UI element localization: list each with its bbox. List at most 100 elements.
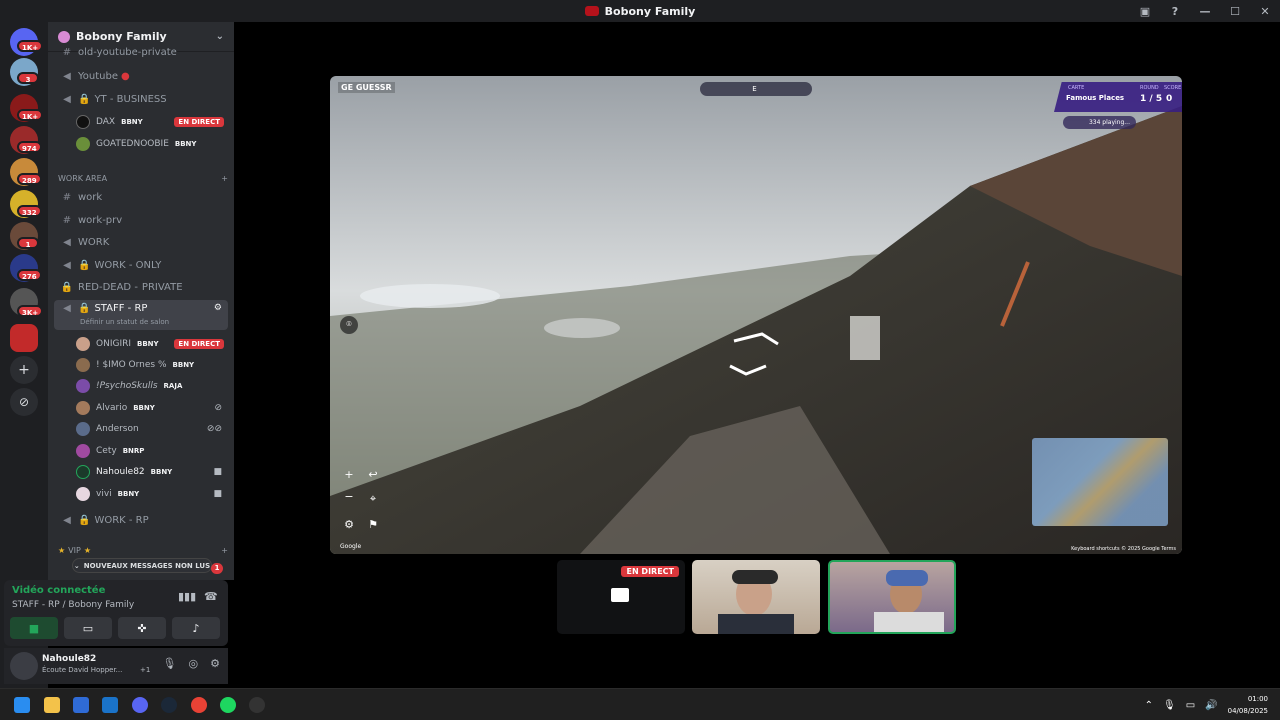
channel-staff-rp[interactable]: ◀ 🔒 STAFF - RP ⚙ Définir un statut de salon (54, 300, 228, 330)
voice-user[interactable]: DAX BBNY EN DIRECT (76, 112, 228, 132)
minimize-icon[interactable]: — (1190, 5, 1220, 18)
hash-icon: # (62, 214, 72, 226)
score-box: CARTE Famous Places ROUND 1 / 5 SCORE 0 (1054, 82, 1182, 112)
outlook-icon[interactable] (102, 697, 118, 713)
gear-icon[interactable]: ⚙ (210, 657, 220, 670)
geoguessr-stream[interactable]: GE GUESSR E CARTE Famous Places ROUND 1 … (330, 76, 1182, 554)
add-channel-icon[interactable]: + (221, 174, 228, 183)
geoguessr-logo: GE GUESSR (338, 82, 395, 93)
lock-icon: 🔒 (78, 303, 91, 314)
channel-yt-business[interactable]: ◀ 🔒 YT - BUSINESS (54, 89, 228, 109)
channel-work-prv[interactable]: # work-prv (54, 210, 228, 230)
zoom-out-icon[interactable]: − (340, 488, 358, 506)
camera-icon: ■ (213, 489, 222, 499)
discover-icon[interactable]: ⊘ (10, 388, 38, 416)
star-icon: ★ (83, 545, 91, 555)
channel-work[interactable]: # work (54, 187, 228, 207)
maximize-icon[interactable]: ☐ (1220, 5, 1250, 18)
window-title: Bobony Family (604, 4, 696, 18)
file-explorer-icon[interactable] (44, 697, 60, 713)
voice-status[interactable]: Vidéo connectée (12, 585, 105, 596)
channel-work0[interactable]: ◀ WORK (54, 232, 228, 252)
camera-button[interactable]: ■ (10, 617, 58, 639)
channel-status[interactable]: Définir un statut de salon (80, 318, 169, 326)
screenshare-button[interactable]: ▭ (64, 617, 112, 639)
microphone-icon[interactable]: 🎙 (1163, 700, 1176, 711)
lock-icon: 🔒 (78, 259, 91, 271)
headphones-icon[interactable]: ◎ (189, 657, 199, 670)
chrome-icon[interactable] (191, 697, 207, 713)
webcam-tile[interactable] (692, 560, 820, 634)
voice-user[interactable]: !PsychoSkulls RAJA (76, 376, 228, 396)
speaker-icon: ◀ (63, 514, 71, 526)
voice-channel[interactable]: STAFF - RP / Bobony Family (12, 600, 134, 610)
active-server-icon[interactable] (10, 324, 38, 352)
spotify-icon[interactable] (220, 697, 236, 713)
server-badge: 3 (17, 72, 39, 84)
monitor-icon[interactable]: ▭ (1186, 700, 1195, 711)
webcam-image (874, 570, 944, 632)
webcam-tile-active[interactable] (828, 560, 956, 634)
volume-icon[interactable]: 🔊 (1205, 700, 1217, 711)
avatar (76, 422, 90, 436)
live-badge: EN DIRECT (174, 339, 224, 349)
guild-icon (58, 30, 70, 43)
noise-suppression-icon[interactable]: ▮▮▮ (178, 590, 196, 603)
avatar (76, 137, 90, 151)
channel-work-only[interactable]: ◀ 🔒 WORK - ONLY (54, 255, 228, 275)
channel-item[interactable]: # old-youtube-private (54, 46, 228, 58)
system-clock[interactable]: 01:00 04/08/2025 (1228, 693, 1268, 717)
flag-icon[interactable]: ⚑ (364, 516, 382, 534)
zoom-in-icon[interactable]: + (340, 466, 358, 484)
location-pin-icon[interactable]: ⌾ (340, 316, 358, 334)
activities-button[interactable]: ✜ (118, 617, 166, 639)
help-icon[interactable]: ? (1160, 5, 1190, 18)
channel-work-rp[interactable]: ◀ 🔒 WORK - RP (54, 510, 228, 530)
avatar[interactable] (10, 652, 38, 680)
category-vip[interactable]: ★ VIP ★ + (58, 542, 228, 558)
activity-extra: +1 (140, 666, 151, 674)
voice-user[interactable]: Anderson ⊘⊘ (76, 419, 228, 439)
settings-icon[interactable]: ⚙ (340, 516, 358, 534)
voice-user[interactable]: vivi BBNY ■ (76, 484, 228, 504)
channel-red-dead[interactable]: 🔒 RED-DEAD - PRIVATE (54, 277, 228, 297)
guess-minimap[interactable] (1032, 438, 1168, 526)
disconnect-icon[interactable]: ☎ (204, 590, 218, 603)
return-start-icon[interactable]: ⌖ (364, 490, 382, 508)
avatar (76, 337, 90, 351)
live-badge: EN DIRECT (621, 566, 679, 577)
server-badge: 1K+ (17, 40, 44, 52)
channel-youtube[interactable]: ◀ Youtube ● (54, 66, 228, 86)
chevron-down-icon[interactable]: ⌄ (216, 31, 224, 42)
app-icon[interactable] (249, 697, 265, 713)
add-channel-icon[interactable]: + (221, 546, 228, 555)
voice-user[interactable]: GOATEDNOOBIE BBNY (76, 134, 228, 154)
soundboard-icon: ♪ (192, 621, 200, 635)
stream-tile[interactable]: EN DIRECT (557, 560, 685, 634)
soundboard-button[interactable]: ♪ (172, 617, 220, 639)
microphone-icon[interactable]: 🎙 (163, 657, 177, 670)
voice-user[interactable]: ONIGIRI BBNY EN DIRECT (76, 334, 228, 354)
discord-icon[interactable] (132, 697, 148, 713)
screen-icon: ▭ (82, 621, 94, 635)
undo-icon[interactable]: ↩ (364, 466, 382, 484)
server-badge: 1K+ (17, 109, 44, 121)
store-icon[interactable] (73, 697, 89, 713)
voice-connection-panel: Vidéo connectée STAFF - RP / Bobony Fami… (4, 580, 228, 646)
voice-user[interactable]: ! $IMO Ornes % BBNY (76, 355, 228, 375)
new-messages-pill[interactable]: ⌄ NOUVEAUX MESSAGES NON LUS (72, 558, 212, 573)
voice-user[interactable]: Cety BNRP (76, 441, 228, 461)
speaker-icon: ◀ (63, 259, 71, 271)
windows-start-icon[interactable] (14, 697, 30, 713)
settings-icon[interactable]: ⚙ (214, 303, 222, 313)
category-work-area[interactable]: WORK AREA + (58, 170, 228, 186)
inbox-icon[interactable]: ▣ (1130, 5, 1160, 18)
add-server-icon[interactable]: + (10, 356, 38, 384)
lock-icon: 🔒 (78, 514, 91, 526)
chevron-up-icon[interactable]: ⌃ (1145, 700, 1153, 711)
close-icon[interactable]: ✕ (1250, 5, 1280, 18)
voice-user[interactable]: Alvario BBNY ⊘ (76, 398, 228, 418)
steam-icon[interactable] (161, 697, 177, 713)
user-name[interactable]: Nahoule82 (42, 654, 96, 664)
voice-user[interactable]: Nahoule82 BBNY ■ (76, 462, 228, 482)
